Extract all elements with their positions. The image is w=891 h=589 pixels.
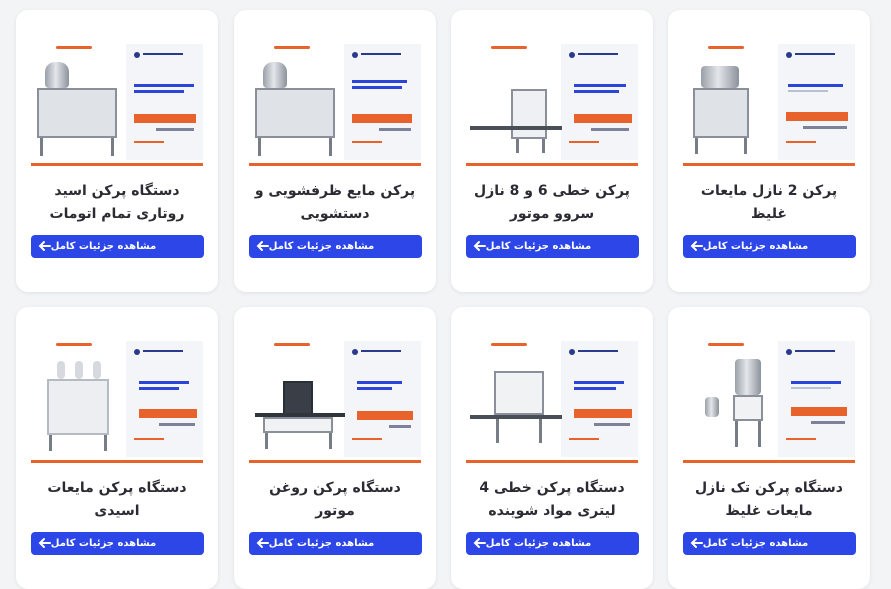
view-details-label: مشاهده جزئیات کامل (702, 241, 809, 252)
view-details-label: مشاهده جزئیات کامل (702, 538, 809, 549)
product-card[interactable]: پرکن 2 نازل مایعات غلیظ مشاهده جزئیات کا… (668, 10, 870, 292)
view-details-button[interactable]: مشاهده جزئیات کامل (249, 532, 422, 555)
product-title[interactable]: دستگاه پرکن تک نازل مایعات غلیظ (682, 477, 856, 523)
product-title[interactable]: پرکن 2 نازل مایعات غلیظ (682, 180, 856, 226)
product-title[interactable]: پرکن خطی 6 و 8 نازل سروو موتور (465, 180, 639, 226)
view-details-label: مشاهده جزئیات کامل (268, 241, 375, 252)
product-title[interactable]: دستگاه پرکن اسید روتاری تمام اتومات (30, 180, 204, 226)
view-details-button[interactable]: مشاهده جزئیات کامل (31, 235, 204, 258)
product-card[interactable]: دستگاه پرکن روغن موتور مشاهده جزئیات کام… (234, 307, 436, 589)
product-title[interactable]: دستگاه پرکن خطی 4 لیتری مواد شوینده (465, 477, 639, 523)
product-image[interactable] (249, 341, 421, 463)
product-image[interactable] (31, 341, 203, 463)
view-details-label: مشاهده جزئیات کامل (50, 538, 157, 549)
view-details-button[interactable]: مشاهده جزئیات کامل (683, 235, 856, 258)
view-details-button[interactable]: مشاهده جزئیات کامل (249, 235, 422, 258)
product-image[interactable] (683, 44, 855, 166)
product-card[interactable]: دستگاه پرکن تک نازل مایعات غلیظ مشاهده ج… (668, 307, 870, 589)
product-card[interactable]: دستگاه پرکن خطی 4 لیتری مواد شوینده مشاه… (451, 307, 653, 589)
view-details-button[interactable]: مشاهده جزئیات کامل (466, 235, 639, 258)
product-image[interactable] (683, 341, 855, 463)
view-details-button[interactable]: مشاهده جزئیات کامل (683, 532, 856, 555)
view-details-label: مشاهده جزئیات کامل (268, 538, 375, 549)
view-details-button[interactable]: مشاهده جزئیات کامل (466, 532, 639, 555)
view-details-label: مشاهده جزئیات کامل (485, 241, 592, 252)
product-image[interactable] (466, 341, 638, 463)
view-details-label: مشاهده جزئیات کامل (485, 538, 592, 549)
product-image[interactable] (249, 44, 421, 166)
product-title[interactable]: دستگاه پرکن روغن موتور (248, 477, 422, 523)
product-image[interactable] (466, 44, 638, 166)
product-image[interactable] (31, 44, 203, 166)
view-details-label: مشاهده جزئیات کامل (50, 241, 157, 252)
product-card[interactable]: پرکن خطی 6 و 8 نازل سروو موتور مشاهده جز… (451, 10, 653, 292)
product-title[interactable]: پرکن مایع ظرفشویی و دستشویی (248, 180, 422, 226)
product-title[interactable]: دستگاه پرکن مایعات اسیدی (30, 477, 204, 523)
product-card[interactable]: پرکن مایع ظرفشویی و دستشویی مشاهده جزئیا… (234, 10, 436, 292)
product-card[interactable]: دستگاه پرکن اسید روتاری تمام اتومات مشاه… (16, 10, 218, 292)
product-card[interactable]: دستگاه پرکن مایعات اسیدی مشاهده جزئیات ک… (16, 307, 218, 589)
view-details-button[interactable]: مشاهده جزئیات کامل (31, 532, 204, 555)
